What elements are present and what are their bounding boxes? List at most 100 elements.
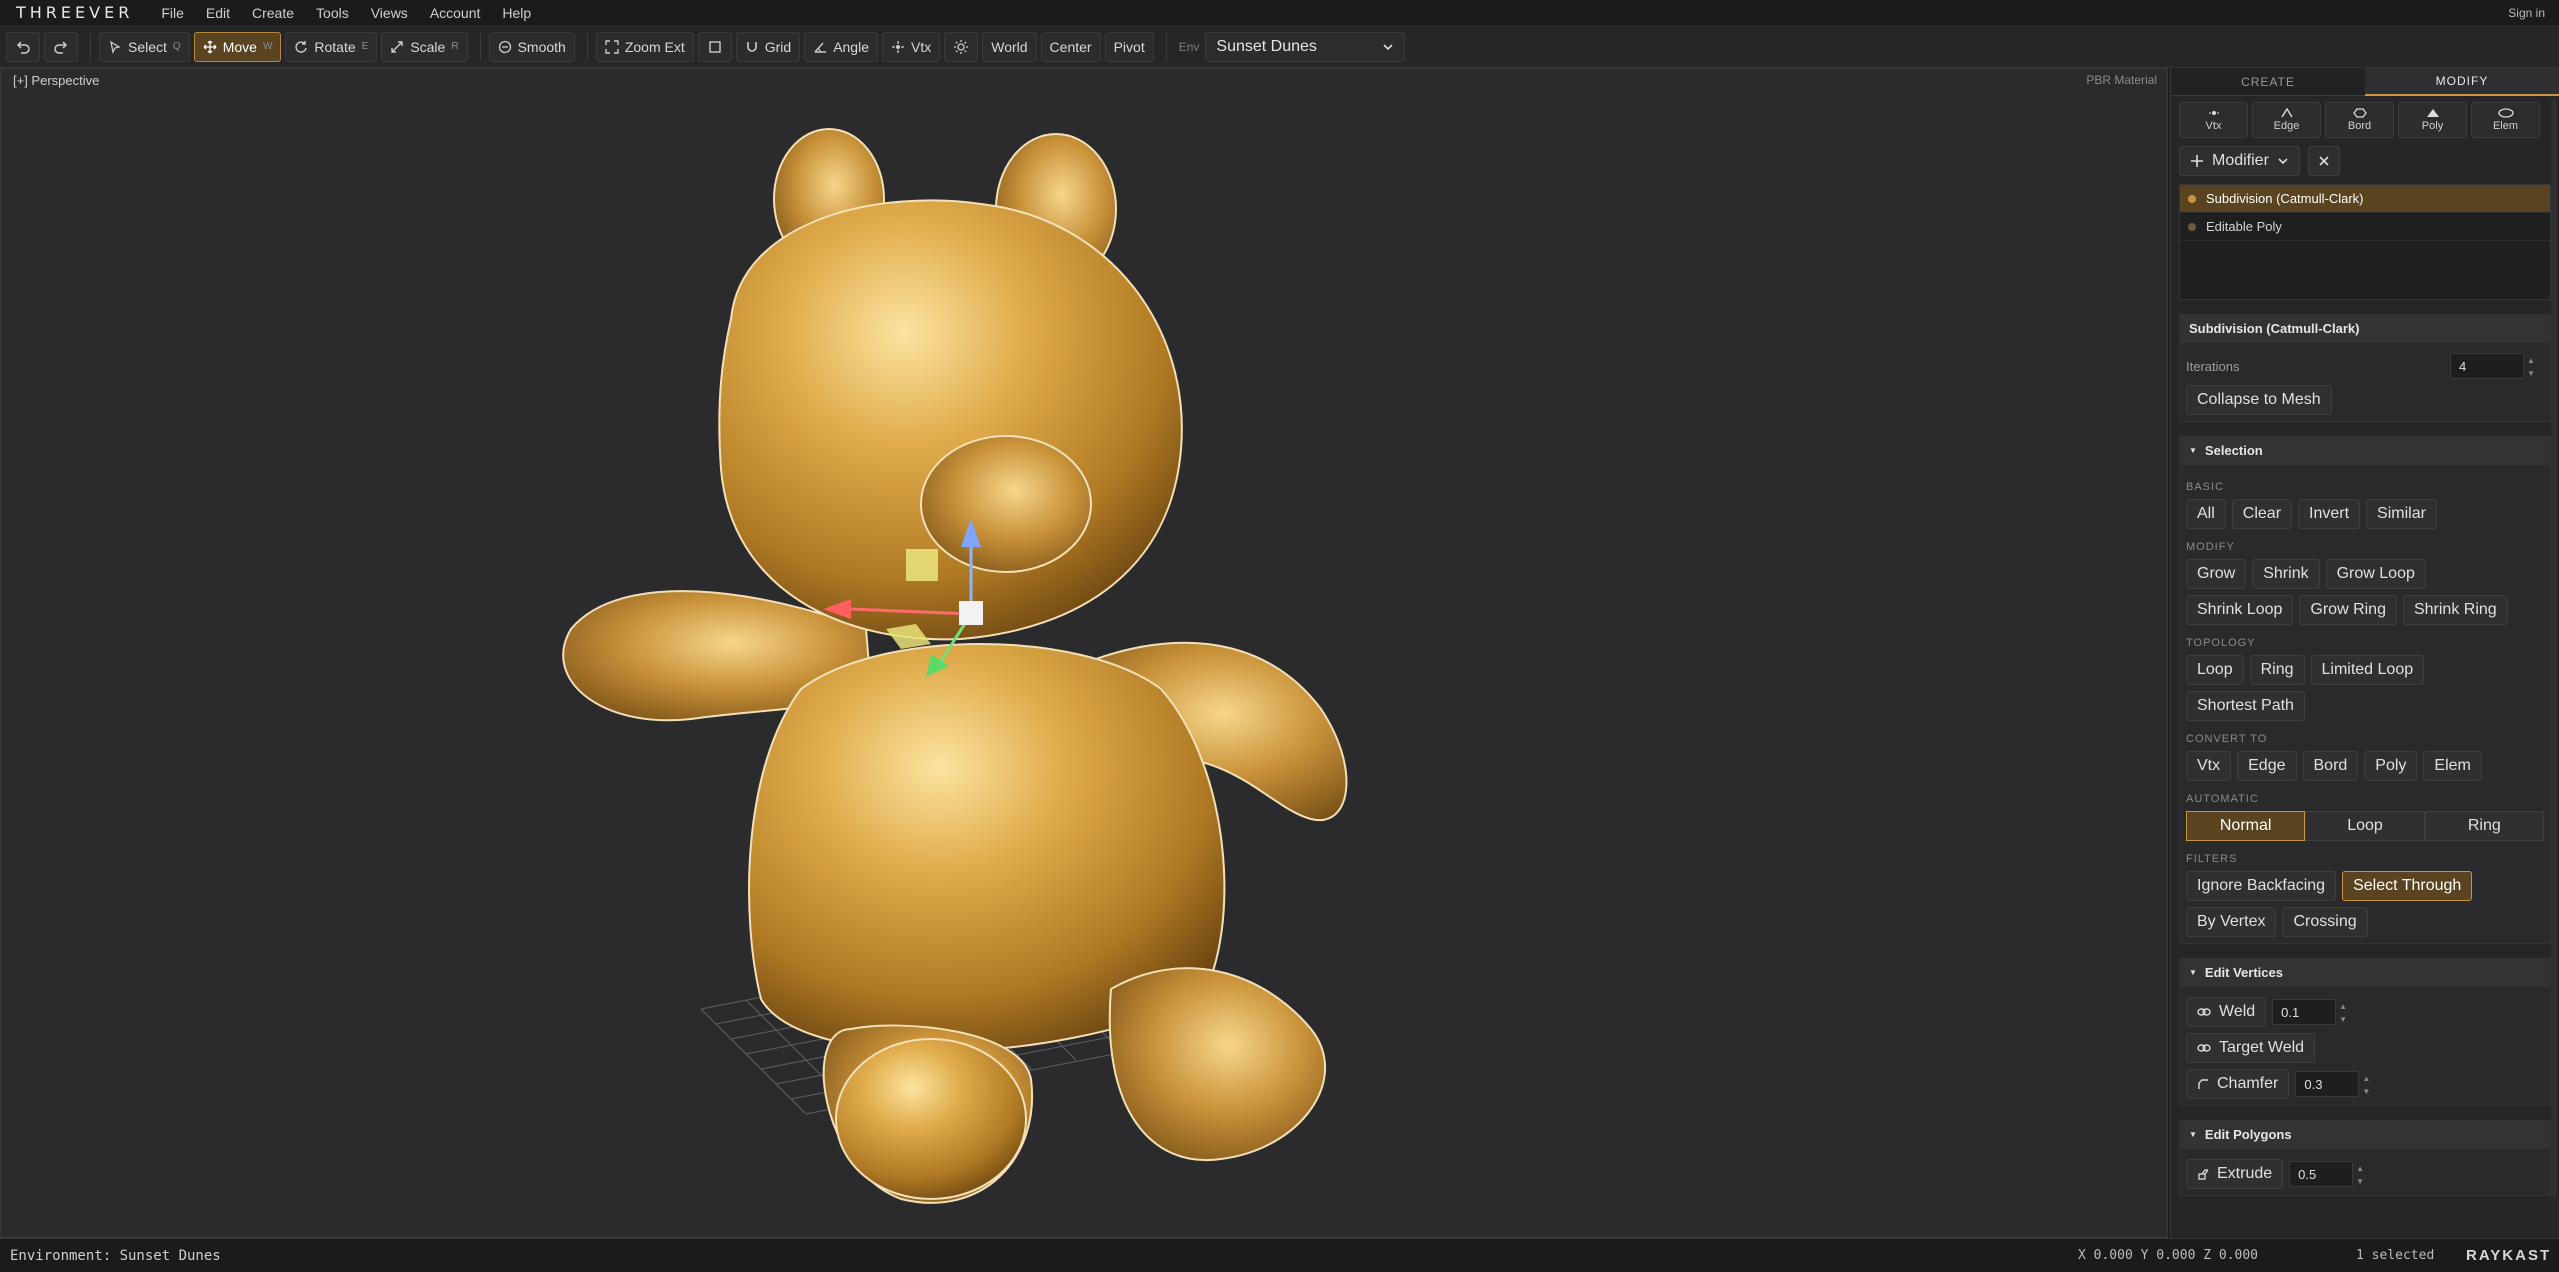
collapse-to-mesh-button[interactable]: Collapse to Mesh (2186, 385, 2332, 415)
edge-icon (2280, 108, 2293, 118)
add-modifier-button[interactable]: Modifier (2179, 146, 2300, 176)
undo-button[interactable] (6, 31, 40, 62)
environment-status: Environment: Sunset Dunes (10, 1247, 221, 1264)
world-space-button[interactable]: World (982, 31, 1037, 62)
subobject-vertex-button[interactable]: Vtx (2179, 102, 2248, 138)
iterations-stepper[interactable]: ▲ ▼ (2527, 354, 2539, 380)
by-vertex-button[interactable]: By Vertex (2186, 907, 2277, 937)
crossing-button[interactable]: Crossing (2282, 907, 2368, 937)
subobject-edge-button[interactable]: Edge (2252, 102, 2321, 138)
convert-vtx-button[interactable]: Vtx (2186, 751, 2232, 781)
auto-loop-button[interactable]: Loop (2305, 811, 2425, 841)
convert-edge-button[interactable]: Edge (2237, 751, 2297, 781)
gizmo-plane-xy[interactable] (906, 549, 938, 581)
subobject-polygon-button[interactable]: Poly (2398, 102, 2467, 138)
chamfer-stepper[interactable]: ▲ ▼ (2362, 1072, 2374, 1098)
panel-scrollbar[interactable] (2551, 98, 2557, 1198)
limited-loop-button[interactable]: Limited Loop (2310, 655, 2425, 685)
viewport-label[interactable]: [+] Perspective (13, 73, 99, 88)
iterations-label: Iterations (2186, 358, 2240, 374)
extrude-button[interactable]: Extrude (2186, 1159, 2284, 1189)
menu-views[interactable]: Views (371, 5, 408, 21)
chamfer-amount-input[interactable]: 0.3 ▲ ▼ (2295, 1071, 2370, 1097)
gizmo-center-handle[interactable] (959, 601, 983, 625)
loop-button[interactable]: Loop (2186, 655, 2244, 685)
lighting-button[interactable] (944, 31, 979, 62)
zoom-extents-button[interactable]: Zoom Ext (595, 31, 694, 62)
rotate-label: Rotate (314, 38, 356, 55)
select-invert-button[interactable]: Invert (2298, 499, 2361, 529)
rotate-tool-button[interactable]: Rotate E (285, 31, 378, 62)
chamfer-button[interactable]: Chamfer (2186, 1069, 2290, 1099)
target-weld-button[interactable]: Target Weld (2186, 1033, 2316, 1063)
auto-ring-button[interactable]: Ring (2424, 811, 2544, 841)
stack-item-editable-poly[interactable]: Editable Poly (2180, 213, 2550, 241)
environment-select[interactable]: Sunset Dunes (1205, 31, 1406, 62)
redo-button[interactable] (44, 31, 78, 62)
scale-label: Scale (410, 38, 446, 55)
shrink-ring-button[interactable]: Shrink Ring (2402, 595, 2508, 625)
grow-loop-button[interactable]: Grow Loop (2325, 559, 2426, 589)
remove-modifier-button[interactable] (2307, 146, 2340, 176)
select-label: Select (128, 38, 167, 55)
menu-edit[interactable]: Edit (206, 5, 230, 21)
stack-item-subdivision[interactable]: Subdivision (Catmull-Clark) (2180, 185, 2550, 213)
ignore-backfacing-button[interactable]: Ignore Backfacing (2186, 871, 2337, 901)
grow-button[interactable]: Grow (2186, 559, 2247, 589)
viewport-perspective[interactable]: [+] Perspective PBR Material (0, 68, 2168, 1238)
subobject-element-label: Elem (2492, 120, 2519, 132)
scale-tool-button[interactable]: Scale R (381, 31, 468, 62)
shrink-button[interactable]: Shrink (2252, 559, 2320, 589)
basic-category-label: BASIC (2186, 481, 2225, 493)
select-similar-button[interactable]: Similar (2366, 499, 2437, 529)
weld-button[interactable]: Weld (2186, 997, 2267, 1027)
subdivision-section-header[interactable]: Subdivision (Catmull-Clark) (2179, 314, 2551, 342)
select-tool-button[interactable]: Select Q (99, 31, 190, 62)
status-dot (2188, 222, 2196, 231)
selection-section: BASIC All Clear Invert Similar MODIFY Gr… (2179, 464, 2551, 944)
menu-help[interactable]: Help (502, 5, 531, 21)
convert-poly-button[interactable]: Poly (2364, 751, 2418, 781)
edit-polygons-section-header[interactable]: ▼ Edit Polygons (2179, 1120, 2551, 1148)
menu-tools[interactable]: Tools (316, 5, 349, 21)
pivot-button[interactable]: Pivot (1104, 31, 1154, 62)
tab-create[interactable]: CREATE (2171, 68, 2365, 96)
selection-section-header[interactable]: ▼ Selection (2179, 436, 2551, 464)
select-clear-button[interactable]: Clear (2231, 499, 2293, 529)
tab-modify[interactable]: MODIFY (2365, 68, 2559, 96)
sign-in-link[interactable]: Sign in (2508, 6, 2545, 20)
menu-account[interactable]: Account (430, 5, 481, 21)
weld-stepper[interactable]: ▲ ▼ (2339, 1000, 2351, 1026)
select-through-button[interactable]: Select Through (2342, 871, 2473, 901)
scene-canvas[interactable] (1, 69, 2168, 1238)
auto-normal-button[interactable]: Normal (2186, 811, 2306, 841)
vertex-snap-button[interactable]: Vtx (882, 31, 941, 62)
grid-snap-button[interactable]: Grid (735, 31, 801, 62)
convert-bord-button[interactable]: Bord (2302, 751, 2359, 781)
edit-polygons-section: Extrude 0.5 ▲ ▼ (2179, 1148, 2551, 1196)
extrude-stepper[interactable]: ▲ ▼ (2356, 1162, 2368, 1188)
weld-threshold-input[interactable]: 0.1 ▲ ▼ (2272, 999, 2347, 1025)
move-tool-button[interactable]: Move W (193, 31, 282, 62)
menu-create[interactable]: Create (252, 5, 294, 21)
shortest-path-button[interactable]: Shortest Path (2186, 691, 2305, 721)
shrink-loop-button[interactable]: Shrink Loop (2186, 595, 2294, 625)
angle-snap-button[interactable]: Angle (804, 31, 878, 62)
edit-vertices-section-header[interactable]: ▼ Edit Vertices (2179, 958, 2551, 986)
extrude-amount-input[interactable]: 0.5 ▲ ▼ (2289, 1161, 2364, 1187)
center-button[interactable]: Center (1040, 31, 1101, 62)
weld-label: Weld (2219, 1003, 2256, 1020)
rotate-key: E (361, 41, 369, 52)
iterations-input[interactable]: 4 ▲ ▼ (2450, 353, 2535, 379)
subobject-element-button[interactable]: Elem (2471, 102, 2540, 138)
subobject-border-button[interactable]: Bord (2325, 102, 2394, 138)
modify-category-label: MODIFY (2186, 541, 2235, 553)
select-all-button[interactable]: All (2186, 499, 2226, 529)
convert-elem-button[interactable]: Elem (2423, 751, 2482, 781)
grow-ring-button[interactable]: Grow Ring (2299, 595, 2397, 625)
frame-button[interactable] (697, 31, 732, 62)
ring-button[interactable]: Ring (2249, 655, 2305, 685)
smooth-button[interactable]: Smooth (488, 31, 575, 62)
extrude-label: Extrude (2217, 1165, 2273, 1182)
menu-file[interactable]: File (161, 5, 184, 21)
